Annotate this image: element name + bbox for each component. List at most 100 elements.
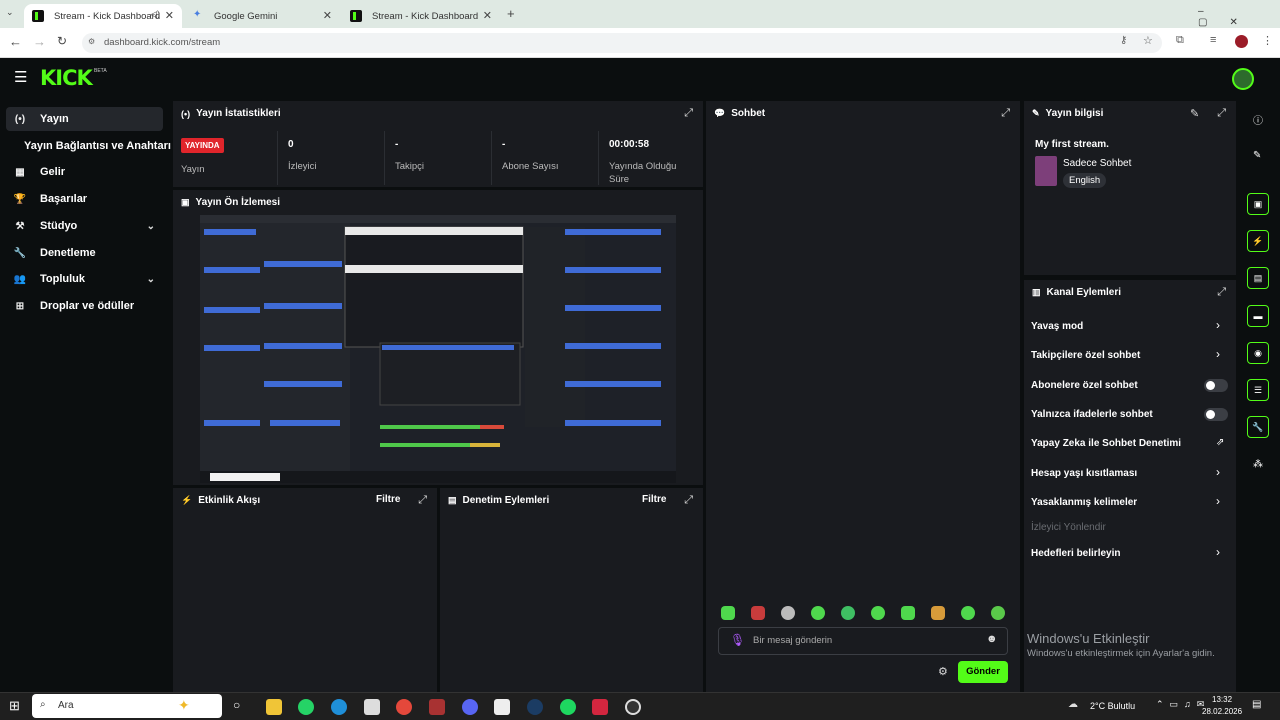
broadcast-icon[interactable]: ◉ xyxy=(1247,342,1269,364)
spotify-icon[interactable] xyxy=(560,699,576,715)
file-explorer-icon[interactable] xyxy=(266,699,282,715)
video-app-icon[interactable] xyxy=(592,699,608,715)
bolt-icon[interactable]: ⚡ xyxy=(1247,230,1269,252)
clock-date[interactable]: 28.02.2026 xyxy=(1202,707,1242,716)
emote-button[interactable] xyxy=(841,606,855,620)
chevron-right-icon[interactable]: › xyxy=(1216,347,1220,361)
settings-gear-icon[interactable]: ⚙ xyxy=(938,665,948,678)
info-icon[interactable]: ⓘ xyxy=(1253,112,1263,127)
emote-button[interactable] xyxy=(811,606,825,620)
clock-time[interactable]: 13:32 xyxy=(1212,695,1232,704)
kick-logo[interactable]: KICK xyxy=(40,66,93,90)
chevron-right-icon[interactable]: › xyxy=(1216,494,1220,508)
obs-icon[interactable] xyxy=(625,699,641,715)
tab-search-icon[interactable]: ⌄ xyxy=(6,7,14,18)
action-set-goals[interactable]: Hedefleri belirleyin xyxy=(1031,548,1120,559)
microphone-icon[interactable]: 🎙 xyxy=(730,633,745,647)
emote-button[interactable] xyxy=(961,606,975,620)
document-icon[interactable]: ▤ xyxy=(1247,267,1269,289)
whatsapp-icon[interactable] xyxy=(298,699,314,715)
reload-icon[interactable]: ↻ xyxy=(57,34,67,48)
close-tab-icon[interactable]: ✕ xyxy=(483,9,492,22)
url-input[interactable]: dashboard.kick.com/stream xyxy=(82,33,1162,53)
emoji-icon[interactable]: ☻ xyxy=(986,633,998,645)
scan-icon[interactable]: ▣ xyxy=(1247,193,1269,215)
sidebar-item-moderation[interactable]: 🔧 Denetleme xyxy=(6,241,163,265)
browser-tab-1[interactable]: Stream - Kick Dashboard ◁) ✕ xyxy=(24,4,182,28)
steam-icon[interactable] xyxy=(527,699,543,715)
close-tab-icon[interactable]: ✕ xyxy=(323,9,332,22)
emotes-only-toggle[interactable] xyxy=(1204,408,1228,421)
action-followers-only[interactable]: Takipçilere özel sohbet xyxy=(1031,350,1140,361)
sidebar-item-community[interactable]: 👥 Topluluk ⌄ xyxy=(6,267,163,291)
back-icon[interactable]: ← xyxy=(9,34,22,49)
new-tab-icon[interactable]: + xyxy=(507,6,515,21)
close-tab-icon[interactable]: ✕ xyxy=(165,9,174,22)
action-ai-moderation[interactable]: Yapay Zeka ile Sohbet Denetimi xyxy=(1031,438,1181,449)
browser-tab-2[interactable]: ✦ Google Gemini ✕ xyxy=(184,4,340,28)
site-info-icon[interactable]: ⚙ xyxy=(88,37,95,46)
emote-button[interactable] xyxy=(901,606,915,620)
bookmark-star-icon[interactable]: ☆ xyxy=(1143,34,1153,47)
add-widget-icon[interactable]: ⁂ xyxy=(1253,459,1263,470)
emote-button[interactable] xyxy=(781,606,795,620)
chevron-right-icon[interactable]: › xyxy=(1216,465,1220,479)
browser-tab-3[interactable]: Stream - Kick Dashboard ✕ xyxy=(342,4,500,28)
expand-icon[interactable]: ⤢ xyxy=(1001,107,1010,120)
expand-icon[interactable]: ⤢ xyxy=(1217,286,1226,299)
chrome-icon[interactable] xyxy=(396,699,412,715)
reading-list-icon[interactable]: ≡ xyxy=(1210,34,1216,46)
emote-button[interactable] xyxy=(991,606,1005,620)
subscribers-only-toggle[interactable] xyxy=(1204,379,1228,392)
weather-icon[interactable]: ☁ xyxy=(1068,699,1078,710)
window-controls[interactable]: –▢✕ xyxy=(1198,6,1280,28)
edit-icon[interactable]: ✎ xyxy=(1190,107,1199,120)
store-icon[interactable] xyxy=(364,699,380,715)
expand-icon[interactable]: ⤢ xyxy=(684,107,693,120)
edge-icon[interactable] xyxy=(331,699,347,715)
emote-button[interactable] xyxy=(871,606,885,620)
discord-icon[interactable] xyxy=(462,699,478,715)
chat-message-input[interactable]: Bir mesaj gönderin xyxy=(718,627,1008,655)
emote-button[interactable] xyxy=(931,606,945,620)
task-view-icon[interactable]: ○ xyxy=(233,698,240,712)
action-slow-mode[interactable]: Yavaş mod xyxy=(1031,321,1083,332)
sidebar-item-studio[interactable]: ⚒ Stüdyo ⌄ xyxy=(6,214,163,238)
action-banned-words[interactable]: Yasaklanmış kelimeler xyxy=(1031,497,1137,508)
user-avatar[interactable] xyxy=(1232,68,1254,90)
chevron-right-icon[interactable]: › xyxy=(1216,318,1220,332)
app-icon[interactable] xyxy=(429,699,445,715)
expand-icon[interactable]: ⤢ xyxy=(418,494,427,507)
forward-icon[interactable]: → xyxy=(33,34,46,49)
expand-icon[interactable]: ⤢ xyxy=(684,494,693,507)
action-account-age[interactable]: Hesap yaşı kısıtlaması xyxy=(1031,468,1137,479)
chat-icon[interactable]: ▬ xyxy=(1247,305,1269,327)
layers-icon[interactable]: ☰ xyxy=(1247,379,1269,401)
pencil-icon[interactable]: ✎ xyxy=(1253,150,1261,161)
notification-icon[interactable]: ▤ xyxy=(1252,699,1261,710)
profile-avatar[interactable] xyxy=(1235,35,1248,48)
external-link-icon[interactable]: ⇗ xyxy=(1216,437,1224,448)
extensions-icon[interactable]: ⧉ xyxy=(1176,34,1184,47)
wrench-icon[interactable]: 🔧 xyxy=(1247,416,1269,438)
expand-icon[interactable]: ⤢ xyxy=(1217,107,1226,120)
chevron-right-icon[interactable]: › xyxy=(1216,545,1220,559)
stream-preview-video[interactable] xyxy=(200,215,676,483)
browser-menu-icon[interactable]: ⋮ xyxy=(1262,34,1273,47)
emote-button[interactable] xyxy=(721,606,735,620)
weather-text[interactable]: 2°C Bulutlu xyxy=(1090,701,1135,711)
send-button[interactable]: Gönder xyxy=(958,661,1008,683)
windows-start-icon[interactable]: ⊞ xyxy=(9,698,20,714)
sidebar-item-revenue[interactable]: ▦ Gelir xyxy=(6,160,163,184)
category-name[interactable]: Sadece Sohbet xyxy=(1063,158,1131,169)
password-key-icon[interactable]: ⚷ xyxy=(1120,35,1127,46)
sidebar-item-achievements[interactable]: 🏆 Başarılar xyxy=(6,187,163,211)
sidebar-item-drops[interactable]: ⊞ Droplar ve ödüller xyxy=(6,294,163,318)
filter-button[interactable]: Filtre xyxy=(642,494,666,505)
filter-button[interactable]: Filtre xyxy=(376,494,400,505)
sidebar-item-stream-key[interactable]: Yayın Bağlantısı ve Anahtarı xyxy=(18,134,178,158)
speaker-icon[interactable]: ◁) xyxy=(150,9,160,20)
emote-button[interactable] xyxy=(751,606,765,620)
calendar-app-icon[interactable] xyxy=(494,699,510,715)
taskbar-search-input[interactable]: Ara xyxy=(32,694,222,718)
